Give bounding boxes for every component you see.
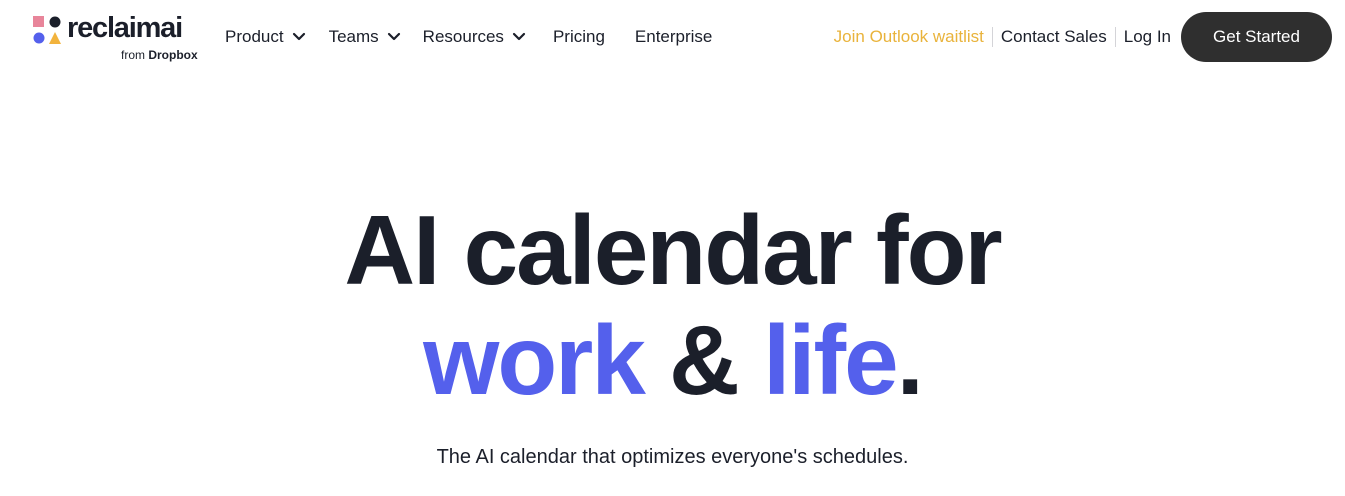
hero-ampersand: & (643, 305, 764, 415)
nav-enterprise-label: Enterprise (634, 27, 713, 46)
logo-byline: from Dropbox (121, 48, 198, 62)
hero-period: . (896, 305, 924, 415)
nav-product-label: Product (225, 27, 284, 46)
nav-teams-label: Teams (328, 27, 379, 46)
hero-headline-line2: work & life. (0, 305, 1345, 415)
nav-product[interactable]: Product (225, 27, 306, 47)
hero-subtitle: The AI calendar that optimizes everyone'… (436, 446, 909, 468)
hero-accent-life: life (763, 305, 899, 415)
hero-headline-line1: AI calendar for (344, 195, 1002, 305)
header-links: Join Outlook waitlist Contact Sales Log … (834, 24, 1171, 50)
nav-pricing-label: Pricing (552, 27, 605, 46)
main-nav: Product Teams Resources Pricing Enterpri… (225, 24, 712, 50)
outlook-waitlist-link[interactable]: Join Outlook waitlist (834, 27, 984, 47)
contact-sales-link[interactable]: Contact Sales (1001, 27, 1107, 47)
nav-enterprise[interactable]: Enterprise (635, 27, 712, 47)
byline-dropbox: Dropbox (148, 48, 198, 62)
chevron-down-icon (387, 32, 400, 41)
nav-pricing[interactable]: Pricing (553, 27, 605, 47)
hero-accent-work: work (423, 305, 646, 415)
divider (991, 27, 993, 47)
reclaim-logo[interactable]: reclaimai from Dropbox (33, 12, 208, 66)
hero-section: AI calendar for work & life. (0, 195, 1345, 415)
nav-resources-label: Resources (422, 27, 504, 46)
chevron-down-icon (292, 32, 305, 41)
chevron-down-icon (512, 32, 526, 41)
logo-wordmark: reclaimai (67, 12, 183, 44)
nav-resources[interactable]: Resources (423, 27, 526, 47)
site-header: reclaimai from Dropbox Product Teams Res… (0, 0, 1345, 76)
login-link[interactable]: Log In (1124, 27, 1171, 47)
byline-from: from (121, 48, 145, 62)
divider (1114, 27, 1116, 47)
nav-teams[interactable]: Teams (329, 27, 401, 47)
get-started-button[interactable]: Get Started (1181, 12, 1332, 62)
logo-mark-icon (33, 16, 61, 44)
